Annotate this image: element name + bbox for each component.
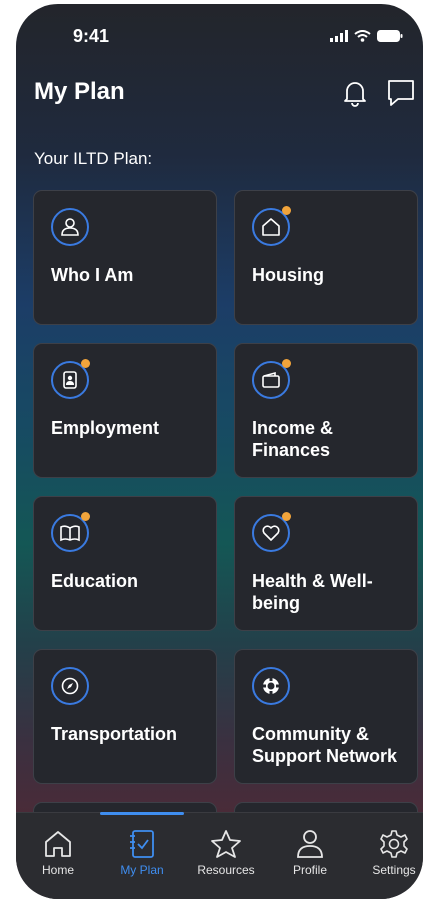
plan-subtitle: Your ILTD Plan: <box>34 149 153 168</box>
plan-icon <box>102 825 182 863</box>
card-housing[interactable]: Housing <box>234 190 418 325</box>
profile-icon <box>270 825 350 863</box>
notification-dot <box>282 359 291 368</box>
tab-label: Profile <box>292 863 327 877</box>
tab-home[interactable]: Home <box>18 825 98 877</box>
card-label: Education <box>51 571 139 591</box>
battery-icon <box>377 29 403 47</box>
chat-icon[interactable] <box>384 76 418 110</box>
card-health-wellbeing[interactable]: Health & Well-being <box>234 496 418 631</box>
status-time: 9:41 <box>73 26 110 46</box>
card-label: Health & Well-being <box>252 571 373 613</box>
card-label: Who I Am <box>51 265 134 285</box>
bottom-tab-bar: Home My Plan Resources Profile Settings <box>16 812 423 899</box>
tab-settings[interactable]: Settings <box>354 825 423 877</box>
tab-label: Home <box>41 863 74 877</box>
notification-dot <box>282 206 291 215</box>
compass-icon <box>51 667 89 705</box>
page-title: My Plan <box>34 78 125 105</box>
tab-my-plan[interactable]: My Plan <box>100 812 184 877</box>
status-icons <box>330 29 403 47</box>
bell-icon[interactable] <box>338 76 372 110</box>
wifi-icon <box>354 29 371 47</box>
tab-label: My Plan <box>120 863 164 877</box>
active-tab-indicator <box>100 812 184 815</box>
gear-icon <box>354 825 423 863</box>
card-label: Transportation <box>51 724 178 744</box>
tab-label: Resources <box>197 863 255 877</box>
notification-dot <box>81 359 90 368</box>
home-icon <box>18 825 98 863</box>
header: My Plan <box>34 76 414 116</box>
card-label: Housing <box>252 265 324 285</box>
card-transportation[interactable]: Transportation <box>33 649 217 784</box>
phone-screen: 9:41 My Plan Your ILTD Plan: Who I Am Ho… <box>16 4 423 899</box>
signal-icon <box>330 29 348 47</box>
card-label: Employment <box>51 418 160 438</box>
tab-label: Settings <box>372 863 416 877</box>
status-bar: 9:41 <box>16 4 423 64</box>
star-icon <box>186 825 266 863</box>
card-label: Community & Support Network <box>252 724 398 766</box>
tab-resources[interactable]: Resources <box>186 825 266 877</box>
card-income-finances[interactable]: Income & Finances <box>234 343 418 478</box>
notification-dot <box>81 512 90 521</box>
card-education[interactable]: Education <box>33 496 217 631</box>
notification-dot <box>282 512 291 521</box>
card-community-support[interactable]: Community & Support Network <box>234 649 418 784</box>
lifebuoy-icon <box>252 667 290 705</box>
card-who-i-am[interactable]: Who I Am <box>33 190 217 325</box>
person-icon <box>51 208 89 246</box>
tab-profile[interactable]: Profile <box>270 825 350 877</box>
card-label: Income & Finances <box>252 418 334 460</box>
card-employment[interactable]: Employment <box>33 343 217 478</box>
